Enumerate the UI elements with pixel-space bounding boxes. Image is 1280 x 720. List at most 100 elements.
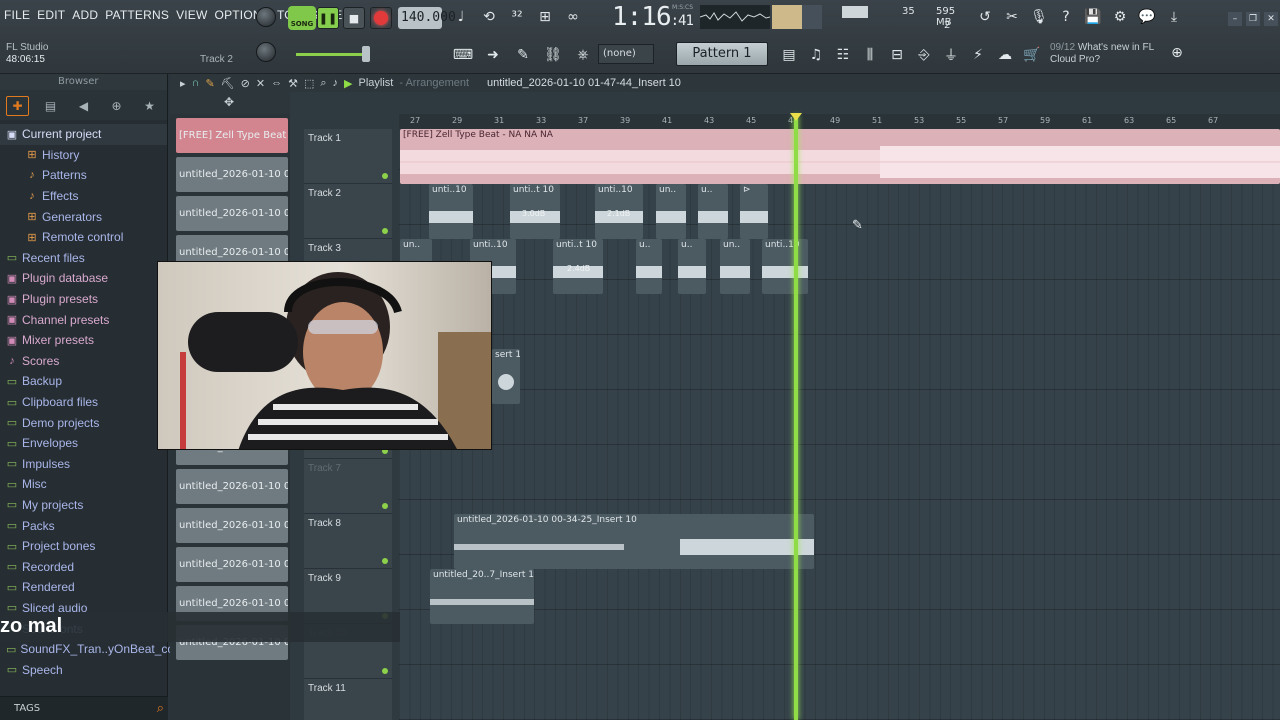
- menu-view[interactable]: VIEW: [176, 8, 207, 22]
- maximize-icon[interactable]: ❐: [1246, 12, 1260, 26]
- select-tool-icon[interactable]: ⬚: [304, 77, 314, 90]
- countdown-icon[interactable]: ³²: [506, 6, 528, 28]
- menu-edit[interactable]: EDIT: [37, 8, 65, 22]
- metronome-icon[interactable]: ♩: [450, 6, 472, 28]
- audio-clip[interactable]: un..: [720, 239, 750, 294]
- audio-clip[interactable]: unti..t 10 2.4dB: [553, 239, 603, 294]
- playback-tool-icon[interactable]: ♪: [333, 77, 339, 89]
- browser-item[interactable]: ♪ Scores: [0, 351, 167, 372]
- pattern-clip[interactable]: untitled_2026-01-10 00-: [176, 196, 288, 231]
- magnet-icon[interactable]: ∩: [192, 77, 200, 89]
- mixer-window-icon[interactable]: ⫼: [859, 44, 881, 66]
- browser-item[interactable]: ♪ Effects: [0, 186, 167, 207]
- song-mode-toggle[interactable]: SONG: [288, 6, 316, 30]
- pattern-clip[interactable]: untitled_2026-01-10 00-: [176, 469, 288, 504]
- step-edit-icon[interactable]: ⊞: [534, 6, 556, 28]
- audio-clip[interactable]: un..: [656, 184, 686, 239]
- browser-item[interactable]: ▭ Recent files: [0, 248, 167, 269]
- pattern-clip[interactable]: untitled_2026-01-10 00-: [176, 157, 288, 192]
- mixer-icon[interactable]: ⚙: [1109, 6, 1131, 28]
- menu-patterns[interactable]: PATTERNS: [105, 8, 169, 22]
- browser-item[interactable]: ▭ Misc: [0, 474, 167, 495]
- save-icon[interactable]: 💾: [1082, 6, 1104, 28]
- delete-tool-icon[interactable]: ⊘: [241, 77, 250, 90]
- audio-clip[interactable]: unti..10: [762, 239, 808, 294]
- browser-tab-speaker-icon[interactable]: ◀: [72, 96, 95, 116]
- track-header[interactable]: Track 1: [304, 129, 392, 184]
- audio-clip[interactable]: u..: [698, 184, 728, 239]
- pause-button[interactable]: ❚❚: [317, 7, 339, 29]
- close-icon[interactable]: ✕: [1264, 12, 1278, 26]
- browser-item[interactable]: ⊞ Generators: [0, 206, 167, 227]
- audio-clip[interactable]: u..: [678, 239, 706, 294]
- browser-item[interactable]: ▭ Envelopes: [0, 433, 167, 454]
- zoom-tool-icon[interactable]: ⌕: [320, 77, 326, 90]
- paint-icon[interactable]: ✎: [205, 77, 214, 90]
- audio-clip[interactable]: unti..t 10 3.0dB: [510, 184, 560, 239]
- browser-item[interactable]: ▭ Speech: [0, 659, 167, 680]
- playhead[interactable]: [794, 115, 798, 720]
- browser-item[interactable]: ♪ Patterns: [0, 165, 167, 186]
- stamp-icon[interactable]: ⎈: [572, 44, 594, 66]
- browser-tab-globe-icon[interactable]: ⊕: [105, 96, 128, 116]
- snap-select[interactable]: (none): [598, 44, 654, 64]
- cloud-icon[interactable]: ☁: [994, 44, 1016, 66]
- browser-item[interactable]: ▭ Impulses: [0, 454, 167, 475]
- master-volume-knob[interactable]: [256, 7, 276, 27]
- audio-clip-track9[interactable]: untitled_20..7_Insert 10: [430, 569, 534, 624]
- paint-brush-icon[interactable]: ⛏: [221, 77, 235, 90]
- track-enable-led[interactable]: [382, 668, 388, 674]
- audio-clip-track1[interactable]: [FREE] Zell Type Beat - NA NA NA: [400, 129, 1280, 184]
- record-button[interactable]: [370, 7, 392, 29]
- browser-item[interactable]: ▣ Mixer presets: [0, 330, 167, 351]
- audio-clip[interactable]: unti..10: [429, 184, 473, 239]
- piano-roll-icon[interactable]: ♫: [805, 44, 827, 66]
- stop-button[interactable]: ■: [343, 7, 365, 29]
- news-panel[interactable]: 09/12 What's new in FL Cloud Pro?: [1050, 42, 1154, 66]
- channel-rack-icon[interactable]: ☷: [832, 44, 854, 66]
- track-header[interactable]: Track 7: [304, 459, 392, 514]
- track-enable-led[interactable]: [382, 503, 388, 509]
- browser-item[interactable]: ▣ Channel presets: [0, 309, 167, 330]
- pattern-clip[interactable]: untitled_2026-01-10 00-: [176, 547, 288, 582]
- browser-item[interactable]: ▭ Demo projects: [0, 412, 167, 433]
- track-header[interactable]: Track 11: [304, 679, 392, 720]
- browser-icon[interactable]: ⊟: [886, 44, 908, 66]
- track-enable-led[interactable]: [382, 558, 388, 564]
- slice-tool-icon[interactable]: ⚒: [288, 77, 298, 90]
- audio-clip[interactable]: u..: [636, 239, 662, 294]
- loop-record-icon[interactable]: ∞: [562, 6, 584, 28]
- browser-item[interactable]: ▣ Plugin presets: [0, 289, 167, 310]
- track-enable-led[interactable]: [382, 173, 388, 179]
- chat-icon[interactable]: 💬: [1136, 6, 1158, 28]
- minimize-icon[interactable]: –: [1228, 12, 1242, 26]
- browser-item[interactable]: ▭ Clipboard files: [0, 392, 167, 413]
- pattern-list-move-icon[interactable]: ✥: [224, 95, 234, 109]
- arrow-icon[interactable]: ➜: [482, 44, 504, 66]
- browser-tab-star-icon[interactable]: ★: [138, 96, 161, 116]
- browser-item[interactable]: ▣ Plugin database: [0, 268, 167, 289]
- pattern-selector[interactable]: Pattern 1: [676, 42, 768, 66]
- help-icon[interactable]: ?: [1055, 6, 1077, 28]
- master-volume-slider-handle[interactable]: [362, 46, 370, 62]
- audio-clip[interactable]: ⊳: [740, 184, 768, 239]
- globe-icon[interactable]: ⊕: [1166, 42, 1188, 64]
- playlist-icon[interactable]: ▤: [778, 44, 800, 66]
- cut-icon[interactable]: ✂: [1001, 6, 1023, 28]
- browser-tab-files-icon[interactable]: ▤: [39, 96, 62, 116]
- pattern-clip[interactable]: untitled_2026-01-10 00-: [176, 508, 288, 543]
- browser-item[interactable]: ▭ Backup: [0, 371, 167, 392]
- pattern-clip[interactable]: [FREE] Zell Type Beat: [176, 118, 288, 153]
- plug-icon[interactable]: ⏚: [940, 44, 962, 66]
- playlist-menu-arrow-icon[interactable]: ▸: [180, 77, 186, 90]
- menu-add[interactable]: ADD: [72, 8, 98, 22]
- tempo-display[interactable]: 140.000: [398, 7, 456, 29]
- link-icon[interactable]: ⛓: [542, 44, 564, 66]
- undo-icon[interactable]: ↺: [974, 6, 996, 28]
- audio-clip[interactable]: unti..10 2.1dB: [595, 184, 643, 239]
- browser-item[interactable]: ▭ Rendered: [0, 577, 167, 598]
- browser-item[interactable]: ▭ My projects: [0, 495, 167, 516]
- timeline-ruler[interactable]: 2729313337394143454749515355575961636567: [399, 114, 1280, 129]
- browser-item[interactable]: ⊞ History: [0, 145, 167, 166]
- tempo-tapper-icon[interactable]: ⚡: [967, 44, 989, 66]
